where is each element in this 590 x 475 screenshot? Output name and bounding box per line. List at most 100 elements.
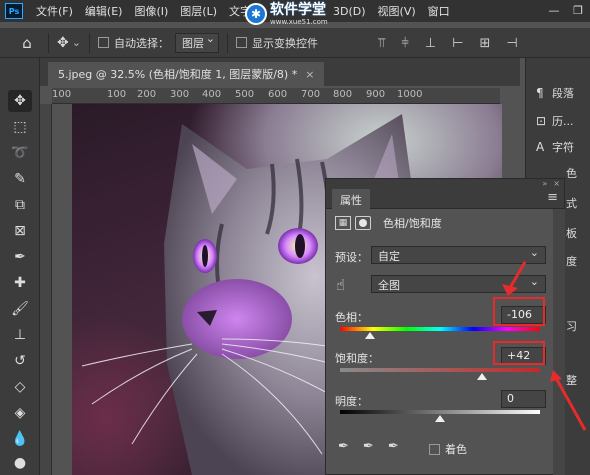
ruler-tick: 200 xyxy=(137,89,157,100)
hue-label: 色相： xyxy=(335,311,368,324)
preset-dropdown[interactable]: 自定 xyxy=(371,246,546,264)
tools-panel: ✥ ⬚ ➰ ✎ ⧉ ⊠ ✒ ✚ 🖌 ⊥ ↺ ◇ ◈ 💧 ● xyxy=(0,58,40,475)
adjustment-title: 色相/饱和度 xyxy=(383,217,442,230)
tab-properties[interactable]: 属性 xyxy=(332,188,370,211)
healing-tool-icon[interactable]: ✚ xyxy=(8,272,32,294)
document-tab[interactable]: 5.jpeg @ 32.5% (色相/饱和度 1, 图层蒙版/8) * × xyxy=(48,62,325,86)
dock-history-label: 历... xyxy=(552,115,574,128)
saturation-highlight-box xyxy=(493,341,545,365)
adjustment-layer-icon[interactable]: ▦ xyxy=(335,216,351,230)
marquee-tool-icon[interactable]: ⬚ xyxy=(8,116,32,138)
align-hcenter-icon[interactable]: ⊞ xyxy=(479,36,490,51)
history-brush-tool-icon[interactable]: ↺ xyxy=(8,350,32,372)
paragraph-icon: ¶ xyxy=(536,86,544,100)
cat-pupil-right xyxy=(295,234,305,258)
eraser-tool-icon[interactable]: ◇ xyxy=(8,376,32,398)
document-title: 5.jpeg @ 32.5% (色相/饱和度 1, 图层蒙版/8) * xyxy=(58,68,298,81)
show-transform-label: 显示变换控件 xyxy=(251,36,318,50)
ruler-tick: 600 xyxy=(268,89,288,100)
align-top-icon[interactable]: ⫪ xyxy=(378,36,385,51)
menu-file[interactable]: 文件(F) xyxy=(30,3,79,19)
options-bar: ⌂ ✥ ⌄ 自动选择： 图层 显示变换控件 ⫪ ⫩ ⊥ ⊢ ⊞ ⊣ xyxy=(0,28,590,58)
move-tool-icon[interactable]: ✥ xyxy=(8,90,32,112)
brush-tool-icon[interactable]: 🖌 xyxy=(8,298,32,320)
horizontal-ruler: 100 100 200 300 400 500 600 700 800 900 … xyxy=(52,88,500,104)
hue-slider-thumb[interactable] xyxy=(365,332,375,339)
panel-title-strip: » × xyxy=(326,179,564,188)
menu-edit[interactable]: 编辑(E) xyxy=(79,3,129,19)
dock-character[interactable]: A 字符 xyxy=(536,136,590,158)
layer-mask-icon[interactable] xyxy=(355,216,371,230)
site-watermark: ✱ 软件学堂 www.xue51.com xyxy=(245,0,355,28)
menu-image[interactable]: 图像(I) xyxy=(128,3,174,19)
align-bottom-icon[interactable]: ⊥ xyxy=(425,36,436,51)
saturation-slider-track[interactable] xyxy=(340,368,540,372)
lightness-value-input[interactable]: 0 xyxy=(501,390,546,408)
dodge-tool-icon[interactable]: ● xyxy=(8,452,32,474)
stamp-tool-icon[interactable]: ⊥ xyxy=(8,324,32,346)
watermark-url: www.xue51.com xyxy=(270,17,328,26)
minimize-button[interactable]: — xyxy=(542,0,566,22)
frame-tool-icon[interactable]: ⊠ xyxy=(8,220,32,242)
history-icon: ⊡ xyxy=(536,114,547,128)
targeted-adjustment-hand-icon[interactable]: ☝ xyxy=(336,276,345,294)
eyedropper-plus-icon[interactable]: ✒ xyxy=(363,439,374,454)
lightness-slider-track[interactable] xyxy=(340,410,540,414)
dock-paragraph[interactable]: ¶ 段落 xyxy=(536,82,590,104)
auto-select-label: 自动选择： xyxy=(113,36,169,50)
auto-select-dropdown[interactable]: 图层 xyxy=(174,32,219,53)
ruler-tick: 400 xyxy=(202,89,222,100)
eyedropper-tool-icon[interactable]: ✒ xyxy=(8,246,32,268)
crop-tool-icon[interactable]: ⧉ xyxy=(8,194,32,216)
quick-select-tool-icon[interactable]: ✎ xyxy=(8,168,32,190)
divider xyxy=(48,32,49,53)
colorize-checkbox[interactable] xyxy=(429,443,440,455)
align-left-icon[interactable]: ⊢ xyxy=(452,36,463,51)
blur-tool-icon[interactable]: 💧 xyxy=(8,428,32,450)
dock-styles-tab[interactable]: 式 xyxy=(566,195,590,217)
ruler-tick: 700 xyxy=(301,89,321,100)
menu-window[interactable]: 窗口 xyxy=(422,3,456,19)
align-icons: ⫪ ⫩ ⊥ ⊢ ⊞ ⊣ xyxy=(378,28,518,58)
show-transform-checkbox[interactable] xyxy=(235,37,247,48)
align-right-icon[interactable]: ⊣ xyxy=(506,36,517,51)
dock-color-tab[interactable]: 色 xyxy=(566,165,590,187)
preset-label: 预设： xyxy=(335,251,368,264)
watermark-logo-icon: ✱ xyxy=(245,3,267,25)
collapse-icon[interactable]: » xyxy=(542,179,547,188)
menu-view[interactable]: 视图(V) xyxy=(372,3,422,19)
eyedropper-minus-icon[interactable]: ✒ xyxy=(388,439,399,454)
panel-scrollbar[interactable] xyxy=(553,209,565,475)
divider xyxy=(88,32,90,53)
lightness-label: 明度： xyxy=(335,395,368,408)
restore-button[interactable]: ❐ xyxy=(566,0,590,22)
saturation-slider-thumb[interactable] xyxy=(477,373,487,380)
close-icon[interactable]: × xyxy=(553,179,560,188)
dock-gradient-tab[interactable]: 度 xyxy=(566,253,590,275)
hue-highlight-box xyxy=(493,297,545,326)
dock-adjustments-tab[interactable]: 整 xyxy=(566,372,590,394)
range-dropdown[interactable]: 全图 xyxy=(371,275,546,293)
ruler-tick: 100 xyxy=(52,89,72,100)
close-icon[interactable]: × xyxy=(305,68,314,81)
dock-history[interactable]: ⊡ 历... xyxy=(536,110,590,132)
hue-slider-track[interactable] xyxy=(340,327,540,331)
adjustment-type-row: ▦ 色相/饱和度 xyxy=(335,215,442,231)
divider xyxy=(226,32,228,53)
lasso-tool-icon[interactable]: ➰ xyxy=(8,142,32,164)
photoshop-logo: Ps xyxy=(5,3,23,19)
dock-learn-tab[interactable]: 习 xyxy=(566,318,590,340)
paint-bucket-tool-icon[interactable]: ◈ xyxy=(8,402,32,424)
lightness-slider-thumb[interactable] xyxy=(435,415,445,422)
home-icon[interactable]: ⌂ xyxy=(14,34,40,52)
menu-layer[interactable]: 图层(L) xyxy=(174,3,223,19)
panel-menu-icon[interactable]: ≡ xyxy=(547,190,558,205)
document-tab-bar: 5.jpeg @ 32.5% (色相/饱和度 1, 图层蒙版/8) * × xyxy=(40,58,520,86)
auto-select-checkbox[interactable] xyxy=(97,37,109,48)
chevron-down-icon[interactable]: ⌄ xyxy=(72,36,81,49)
dock-swatches-tab[interactable]: 板 xyxy=(566,225,590,247)
eyedropper-icon[interactable]: ✒ xyxy=(338,439,349,454)
move-tool-icon[interactable]: ✥ xyxy=(57,35,69,51)
align-vcenter-icon[interactable]: ⫩ xyxy=(401,36,408,51)
dock-character-label: 字符 xyxy=(552,141,574,154)
